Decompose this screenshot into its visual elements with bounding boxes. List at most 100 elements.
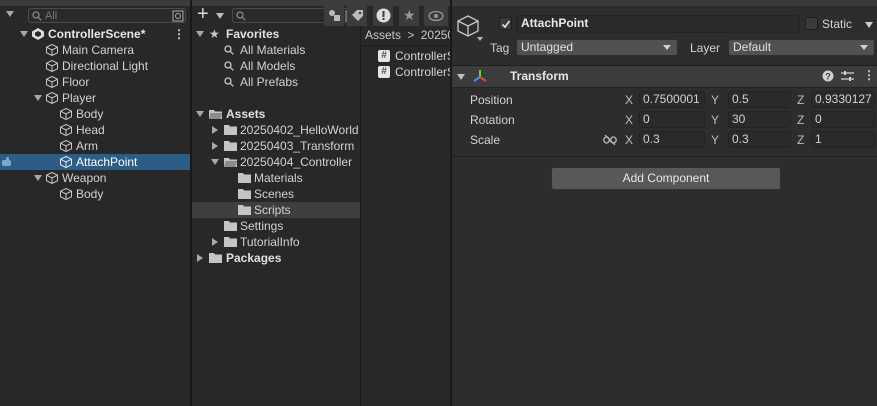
position-z-field[interactable]: 0.9330127 (811, 91, 875, 108)
favorites-item[interactable]: All Materials (192, 42, 360, 58)
axis-y-label[interactable]: Y (711, 92, 719, 108)
favorites-row[interactable]: ★ Favorites (192, 26, 360, 42)
favorites-item-label: All Prefabs (240, 75, 299, 89)
active-checkbox[interactable] (499, 17, 512, 30)
collapsed-arrow-icon[interactable] (212, 238, 218, 246)
add-component-button[interactable]: Add Component (551, 167, 781, 190)
axis-y-label[interactable]: Y (711, 112, 719, 128)
hierarchy-item-selected[interactable]: AttachPoint (0, 154, 190, 170)
tag-dropdown[interactable]: Untagged (516, 39, 678, 56)
axis-z-label[interactable]: Z (797, 112, 804, 128)
file-item[interactable]: # ControllerScript (361, 48, 450, 64)
folder-icon (224, 237, 237, 247)
assets-row[interactable]: Assets (192, 106, 360, 122)
favorites-item[interactable]: All Models (192, 58, 360, 74)
expand-arrow-icon[interactable] (20, 31, 28, 37)
icon-dropdown-arrow[interactable] (477, 37, 483, 41)
hierarchy-item[interactable]: Weapon (0, 170, 190, 186)
scene-row[interactable]: ControllerScene* ⋮ (0, 26, 190, 42)
scene-menu-icon[interactable]: ⋮ (173, 26, 185, 42)
scale-label: Scale (470, 133, 501, 147)
layer-dropdown[interactable]: Default (728, 39, 875, 56)
unlink-scale-icon[interactable] (603, 135, 617, 145)
subfolder-item-selected[interactable]: Scripts (192, 202, 360, 218)
scale-x-field[interactable]: 0.3 (639, 131, 705, 148)
axis-z-label[interactable]: Z (797, 132, 804, 148)
position-y-value: 0.5 (732, 92, 749, 106)
axis-x-label[interactable]: X (625, 132, 633, 148)
subfolder-item[interactable]: Scenes (192, 186, 360, 202)
subfolder-item[interactable]: Materials (192, 170, 360, 186)
folder-item[interactable]: 20250404_Controller (192, 154, 360, 170)
hierarchy-item-label: Player (62, 91, 97, 105)
file-label: ControllerScript2 (395, 65, 450, 79)
hierarchy-item[interactable]: Player (0, 90, 190, 106)
expand-arrow-icon[interactable] (196, 111, 204, 117)
component-menu-icon[interactable]: ⋮ (863, 67, 875, 83)
scale-y-field[interactable]: 0.3 (728, 131, 791, 148)
hierarchy-item[interactable]: Body (0, 186, 190, 202)
search-filter-icon[interactable] (172, 10, 184, 22)
rotation-label: Rotation (470, 113, 515, 127)
visibility-button[interactable] (424, 6, 448, 26)
object-name-field[interactable]: AttachPoint (516, 15, 800, 33)
rotation-x-field[interactable]: 0 (639, 111, 705, 128)
gameobject-cube-icon (46, 172, 58, 184)
filter-by-label-button[interactable] (347, 6, 367, 26)
folder-item[interactable]: 20250403_Transform (192, 138, 360, 154)
hierarchy-search-input[interactable]: All (28, 8, 186, 23)
expand-arrow-icon[interactable] (34, 95, 42, 101)
hierarchy-item[interactable]: Arm (0, 138, 190, 154)
static-label: Static (822, 17, 853, 31)
static-checkbox[interactable] (805, 17, 818, 30)
position-x-field[interactable]: 0.7500001 (639, 91, 705, 108)
breadcrumb-current[interactable]: 20250404_Controller (421, 28, 450, 42)
static-dropdown-arrow[interactable] (865, 22, 873, 28)
axis-y-label[interactable]: Y (711, 132, 719, 148)
favorite-button[interactable]: ★ (399, 6, 419, 26)
file-item[interactable]: # ControllerScript2 (361, 64, 450, 80)
packages-row[interactable]: Packages (192, 250, 360, 266)
axis-x-label[interactable]: X (625, 112, 633, 128)
filter-by-type-button[interactable] (324, 6, 344, 26)
axis-x-label[interactable]: X (625, 92, 633, 108)
collapsed-arrow-icon[interactable] (212, 126, 218, 134)
hierarchy-item[interactable]: Head (0, 122, 190, 138)
rotation-z-field[interactable]: 0 (811, 111, 875, 128)
scale-z-field[interactable]: 1 (811, 131, 875, 148)
exclamation-icon (376, 8, 391, 23)
hierarchy-item[interactable]: Body (0, 106, 190, 122)
rotation-z-value: 0 (815, 112, 822, 126)
hierarchy-item[interactable]: Directional Light (0, 58, 190, 74)
add-button[interactable]: + (197, 3, 209, 25)
hierarchy-item-label: Head (76, 123, 105, 137)
folder-icon (224, 221, 237, 231)
presets-icon[interactable] (841, 70, 854, 82)
favorites-item-label: All Materials (240, 43, 306, 57)
axis-z-label[interactable]: Z (797, 92, 804, 108)
folder-icon (224, 141, 237, 151)
rotation-y-field[interactable]: 30 (728, 111, 791, 128)
position-y-field[interactable]: 0.5 (728, 91, 791, 108)
favorites-item[interactable]: All Prefabs (192, 74, 360, 90)
expand-arrow-icon[interactable] (211, 159, 219, 165)
folder-item[interactable]: 20250402_HelloWorld (192, 122, 360, 138)
warning-filter-button[interactable] (373, 6, 393, 26)
collapsed-arrow-icon[interactable] (197, 254, 203, 262)
breadcrumb-root[interactable]: Assets (365, 28, 401, 42)
help-icon[interactable]: ? (822, 70, 834, 82)
transform-header[interactable]: Transform ? ⋮ (452, 65, 877, 88)
expand-arrow-icon[interactable] (34, 175, 42, 181)
folder-item[interactable]: TutorialInfo (192, 234, 360, 250)
folder-icon (238, 205, 251, 215)
collapsed-arrow-icon[interactable] (212, 142, 218, 150)
folder-label: Settings (240, 219, 284, 233)
expand-arrow-icon[interactable] (196, 31, 204, 37)
hierarchy-item[interactable]: Floor (0, 74, 190, 90)
type-filter-icon (329, 10, 340, 21)
favorites-item-label: All Models (240, 59, 296, 73)
folder-item[interactable]: Settings (192, 218, 360, 234)
expand-arrow-icon[interactable] (457, 74, 465, 80)
add-dropdown-arrow-icon[interactable] (216, 13, 224, 19)
hierarchy-item[interactable]: Main Camera (0, 42, 190, 58)
